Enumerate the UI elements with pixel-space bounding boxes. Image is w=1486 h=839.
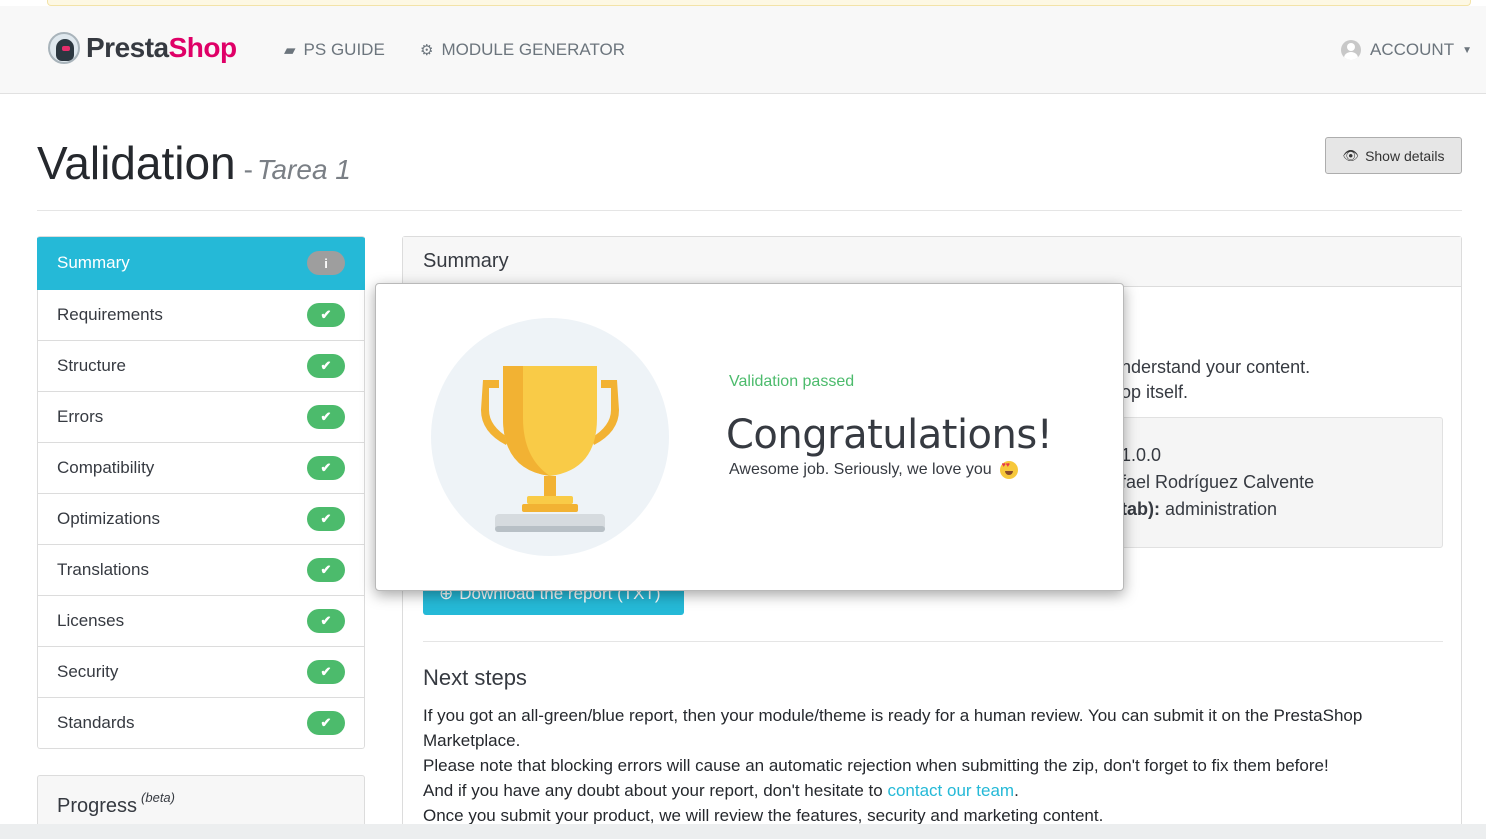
- sidebar-item-label: Structure: [57, 356, 126, 375]
- eye-slash-icon: 👁: [1342, 147, 1360, 163]
- sidebar-item-translations[interactable]: Translations ✔: [37, 545, 365, 596]
- sidebar-item-structure[interactable]: Structure ✔: [37, 341, 365, 392]
- user-avatar-icon: [1341, 40, 1362, 60]
- summary-text-line2: op itself.: [1121, 382, 1189, 402]
- nav-module-generator-label: MODULE GENERATOR: [441, 40, 626, 59]
- sidebar-item-label: Requirements: [57, 305, 163, 324]
- sidebar-item-standards[interactable]: Standards ✔: [37, 698, 365, 749]
- sidebar-item-label: Licenses: [57, 611, 125, 630]
- page-title-text: Validation: [37, 137, 236, 189]
- modal-message: Awesome job. Seriously, we love you: [729, 461, 1018, 479]
- check-icon: ✔: [307, 456, 345, 480]
- brand-logo-link[interactable]: PrestaShop: [48, 32, 237, 64]
- panel-divider: [423, 641, 1443, 642]
- show-details-label: Show details: [1365, 147, 1445, 164]
- trophy-icon: [481, 366, 619, 532]
- sidebar-item-compatibility[interactable]: Compatibility ✔: [37, 443, 365, 494]
- page-title: Validation - Tarea 1: [37, 136, 351, 190]
- validation-sidebar: Summary i Requirements ✔ Structure ✔ Err…: [37, 236, 365, 749]
- next-steps-body: If you got an all-green/blue report, the…: [423, 703, 1423, 828]
- check-icon: ✔: [307, 507, 345, 531]
- check-icon: ✔: [307, 558, 345, 582]
- sidebar-item-label: Translations: [57, 560, 149, 579]
- sidebar-item-security[interactable]: Security ✔: [37, 647, 365, 698]
- check-icon: ✔: [307, 660, 345, 684]
- next-steps-line: And if you have any doubt about your rep…: [423, 781, 1019, 800]
- check-icon: ✔: [307, 609, 345, 633]
- top-navbar: PrestaShop ▰ PS GUIDE ⚙ MODULE GENERATOR…: [0, 6, 1486, 94]
- account-label: ACCOUNT: [1370, 40, 1455, 59]
- nav-module-generator[interactable]: ⚙ MODULE GENERATOR: [420, 40, 625, 60]
- brand-name: PrestaShop: [86, 32, 237, 63]
- sidebar-item-errors[interactable]: Errors ✔: [37, 392, 365, 443]
- modal-message-text: Awesome job. Seriously, we love you: [729, 461, 992, 478]
- bottom-scroll-area: [0, 824, 1486, 839]
- nav-ps-guide-label: PS GUIDE: [303, 40, 385, 59]
- beta-label: (beta): [141, 790, 175, 805]
- validation-status: Validation passed: [729, 373, 855, 390]
- next-steps-line: If you got an all-green/blue report, the…: [423, 706, 1363, 750]
- module-author: fael Rodríguez Calvente: [1121, 472, 1315, 492]
- modal-heading: Congratulations!: [726, 412, 1053, 458]
- sidebar-item-label: Standards: [57, 713, 135, 732]
- next-steps-title: Next steps: [423, 665, 527, 690]
- book-icon: ▰: [284, 42, 296, 59]
- progress-title: Progress (beta): [57, 790, 175, 817]
- account-dropdown[interactable]: ACCOUNT ▼: [1341, 40, 1472, 60]
- summary-text-line1: nderstand your content.: [1121, 357, 1311, 377]
- next-steps-line: Please note that blocking errors will ca…: [423, 756, 1329, 775]
- sidebar-item-licenses[interactable]: Licenses ✔: [37, 596, 365, 647]
- sidebar-item-label: Errors: [57, 407, 104, 426]
- sidebar-item-label: Compatibility: [57, 458, 155, 477]
- check-icon: ✔: [307, 354, 345, 378]
- trophy-illustration: [431, 318, 669, 556]
- contact-team-link[interactable]: contact our team: [887, 781, 1014, 800]
- nav-ps-guide[interactable]: ▰ PS GUIDE: [284, 40, 385, 60]
- title-divider: [37, 210, 1462, 211]
- sidebar-item-requirements[interactable]: Requirements ✔: [37, 290, 365, 341]
- module-tab: tab): administration: [1121, 499, 1278, 519]
- heart-eyes-emoji-icon: [999, 461, 1018, 479]
- check-icon: ✔: [307, 405, 345, 429]
- gears-icon: ⚙: [420, 42, 434, 59]
- sidebar-item-label: Security: [57, 662, 119, 681]
- check-icon: ✔: [307, 711, 345, 735]
- validation-passed-modal[interactable]: Validation passed Congratulations! Aweso…: [375, 283, 1124, 591]
- caret-down-icon: ▼: [1462, 44, 1472, 56]
- sidebar-item-optimizations[interactable]: Optimizations ✔: [37, 494, 365, 545]
- summary-panel-title: Summary: [403, 237, 1461, 287]
- sidebar-item-label: Summary: [57, 253, 130, 272]
- info-icon: i: [307, 251, 345, 275]
- check-icon: ✔: [307, 303, 345, 327]
- prestashop-logo-icon: [48, 32, 80, 64]
- sidebar-item-label: Optimizations: [57, 509, 160, 528]
- page-subtitle: - Tarea 1: [243, 154, 351, 185]
- module-version: 1.0.0: [1121, 445, 1162, 465]
- sidebar-item-summary[interactable]: Summary i: [37, 237, 365, 290]
- show-details-button[interactable]: 👁 Show details: [1325, 137, 1462, 174]
